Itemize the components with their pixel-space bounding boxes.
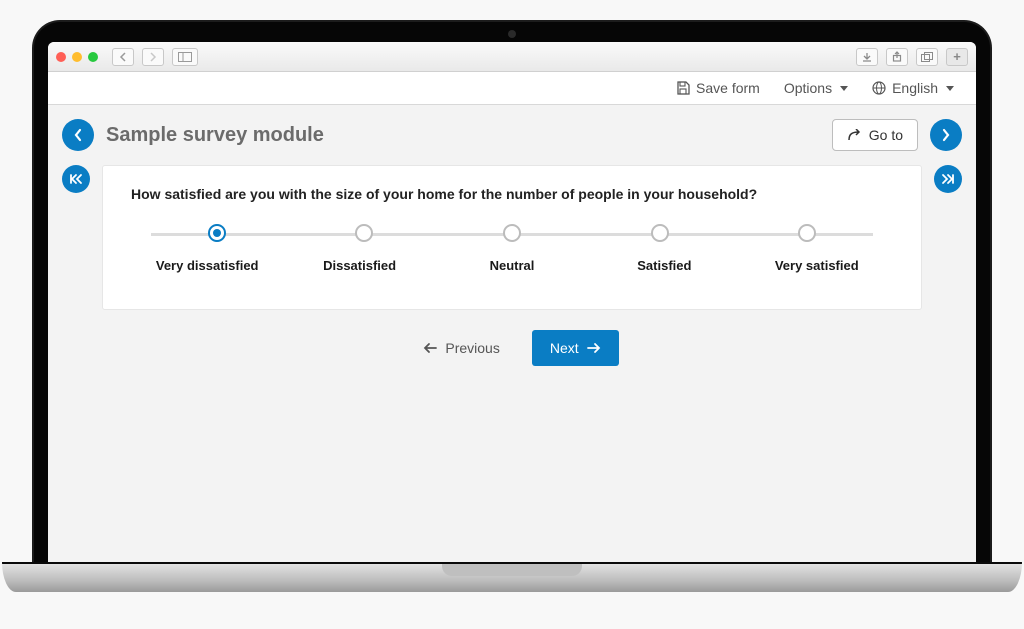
close-window-dot[interactable]	[56, 52, 66, 62]
next-button[interactable]: Next	[532, 330, 619, 366]
scale-labels: Very dissatisfied Dissatisfied Neutral S…	[131, 258, 893, 273]
page-title: Sample survey module	[106, 124, 820, 147]
sidebar-toggle-button[interactable]	[172, 48, 198, 66]
tabs-button[interactable]	[916, 48, 938, 66]
chevron-down-icon	[946, 86, 954, 91]
arrow-left-icon	[423, 342, 437, 354]
options-dropdown[interactable]: Options	[784, 80, 848, 96]
next-label: Next	[550, 340, 579, 356]
likert-scale	[143, 224, 881, 242]
app-header: Save form Options English	[48, 72, 976, 105]
first-page-button[interactable]	[62, 165, 90, 193]
arrow-right-icon	[587, 342, 601, 354]
radio-option-1[interactable]	[208, 224, 226, 242]
last-page-button[interactable]	[934, 165, 962, 193]
radio-option-5[interactable]	[798, 224, 816, 242]
new-tab-button[interactable]: +	[946, 48, 968, 66]
globe-icon	[872, 81, 886, 95]
option-label-2: Dissatisfied	[283, 258, 435, 273]
save-form-label: Save form	[696, 80, 760, 96]
options-label: Options	[784, 80, 832, 96]
radio-option-2[interactable]	[355, 224, 373, 242]
option-label-4: Satisfied	[588, 258, 740, 273]
option-label-5: Very satisfied	[741, 258, 893, 273]
language-dropdown[interactable]: English	[872, 80, 954, 96]
previous-button[interactable]: Previous	[405, 330, 517, 366]
zoom-window-dot[interactable]	[88, 52, 98, 62]
option-label-3: Neutral	[436, 258, 588, 273]
laptop-base	[2, 562, 1022, 592]
window-chrome: +	[48, 42, 976, 72]
goto-label: Go to	[869, 127, 903, 143]
share-button[interactable]	[886, 48, 908, 66]
save-icon	[676, 81, 690, 95]
laptop-notch	[442, 564, 582, 576]
minimize-window-dot[interactable]	[72, 52, 82, 62]
save-form-button[interactable]: Save form	[676, 80, 760, 96]
goto-button[interactable]: Go to	[832, 119, 918, 151]
download-button[interactable]	[856, 48, 878, 66]
radio-option-3[interactable]	[503, 224, 521, 242]
question-card: How satisfied are you with the size of y…	[102, 165, 922, 310]
option-label-1: Very dissatisfied	[131, 258, 283, 273]
chevron-down-icon	[840, 86, 848, 91]
webcam-dot	[508, 30, 516, 38]
prev-page-button[interactable]	[62, 119, 94, 151]
browser-forward-button[interactable]	[142, 48, 164, 66]
language-label: English	[892, 80, 938, 96]
goto-arrow-icon	[847, 129, 861, 141]
radio-option-4[interactable]	[651, 224, 669, 242]
previous-label: Previous	[445, 340, 499, 356]
traffic-lights	[56, 52, 98, 62]
browser-back-button[interactable]	[112, 48, 134, 66]
next-page-button[interactable]	[930, 119, 962, 151]
question-text: How satisfied are you with the size of y…	[131, 186, 893, 202]
